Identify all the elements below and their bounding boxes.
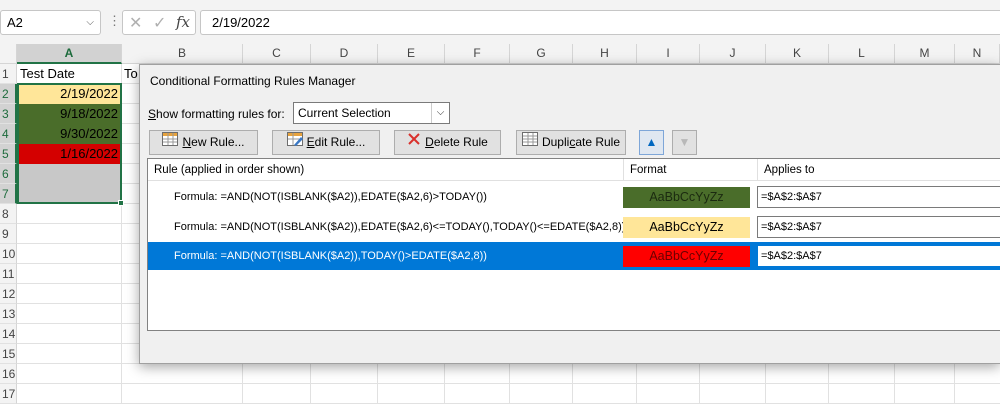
duplicate-icon (521, 131, 538, 154)
column-header-h[interactable]: H (573, 44, 637, 64)
column-header-i[interactable]: I (637, 44, 700, 64)
column-header-f[interactable]: F (445, 44, 510, 64)
move-up-button[interactable]: ▲ (639, 130, 664, 155)
applies-column-header[interactable]: Applies to (758, 159, 1000, 181)
row-header-7[interactable]: 7 (0, 184, 17, 204)
dialog-title: Conditional Formatting Rules Manager (150, 74, 356, 88)
row-header-4[interactable]: 4 (0, 124, 17, 144)
cell-a1[interactable]: Test Date (18, 64, 121, 84)
formula-input[interactable]: 2/19/2022 (200, 10, 1000, 35)
row-header-12[interactable]: 12 (0, 284, 17, 304)
name-box[interactable]: A2 ⌵ (0, 10, 101, 35)
row-header-13[interactable]: 13 (0, 304, 17, 324)
edit-rule-button[interactable]: Edit Rule... (272, 130, 380, 155)
edit-table-icon (286, 131, 303, 154)
column-header-g[interactable]: G (510, 44, 573, 64)
insert-function-icon[interactable]: fx (176, 13, 190, 31)
row-header-11[interactable]: 11 (0, 264, 17, 284)
format-preview: AaBbCcYyZz (623, 246, 750, 267)
more-options-icon[interactable]: ⋮ (108, 13, 121, 29)
selection-range (17, 83, 122, 204)
format-column-header[interactable]: Format (624, 159, 758, 181)
rule-row[interactable]: Formula: =AND(NOT(ISBLANK($A2)),EDATE($A… (148, 213, 1000, 241)
applies-to-input[interactable]: =$A$2:$A$7 (757, 216, 1000, 238)
row-header-1[interactable]: 1 (0, 64, 17, 84)
column-header-m[interactable]: M (895, 44, 955, 64)
fill-handle[interactable] (118, 200, 124, 206)
rule-formula: Formula: =AND(NOT(ISBLANK($A2)),EDATE($A… (174, 221, 626, 233)
chevron-down-icon[interactable]: ⌵ (86, 11, 94, 34)
delete-icon (407, 131, 421, 154)
row-header-17[interactable]: 17 (0, 384, 17, 404)
column-header-j[interactable]: J (700, 44, 766, 64)
table-icon (162, 131, 179, 154)
row-header-10[interactable]: 10 (0, 244, 17, 264)
formula-buttons: ✕ ✓ fx (122, 10, 196, 35)
chevron-down-icon: ▼ (678, 135, 691, 149)
column-header-l[interactable]: L (829, 44, 895, 64)
rules-list: Rule (applied in order shown) Format App… (147, 158, 1000, 331)
rule-formula: Formula: =AND(NOT(ISBLANK($A2)),EDATE($A… (174, 191, 487, 203)
column-header-a[interactable]: A (17, 44, 122, 64)
column-header-k[interactable]: K (766, 44, 829, 64)
delete-rule-button[interactable]: Delete Rule (394, 130, 501, 155)
enter-icon[interactable]: ✓ (153, 13, 166, 33)
column-header-c[interactable]: C (243, 44, 311, 64)
chevron-down-icon[interactable]: ⌵ (431, 103, 449, 123)
column-header-b[interactable]: B (122, 44, 243, 64)
row-header-5[interactable]: 5 (0, 144, 17, 164)
applies-to-input[interactable]: =$A$2:$A$7 (757, 186, 1000, 208)
show-rules-select[interactable]: Current Selection ⌵ (293, 102, 450, 124)
row-header-2[interactable]: 2 (0, 84, 17, 104)
conditional-formatting-dialog: Conditional Formatting Rules Manager Sho… (139, 64, 1000, 364)
applies-to-input[interactable]: =$A$2:$A$7 (757, 245, 1000, 267)
row-header-9[interactable]: 9 (0, 224, 17, 244)
row-header-3[interactable]: 3 (0, 104, 17, 124)
format-preview: AaBbCcYyZz (623, 217, 750, 238)
chevron-up-icon: ▲ (645, 135, 658, 149)
move-down-button[interactable]: ▼ (672, 130, 697, 155)
show-rules-label: Show formatting rules for: (148, 107, 285, 121)
rule-row-selected[interactable]: Formula: =AND(NOT(ISBLANK($A2)),TODAY()>… (148, 242, 1000, 270)
duplicate-rule-button[interactable]: Duplicate Rule (516, 130, 626, 155)
format-preview: AaBbCcYyZz (623, 187, 750, 208)
new-rule-button[interactable]: New Rule... (149, 130, 258, 155)
column-header-e[interactable]: E (378, 44, 445, 64)
row-header-16[interactable]: 16 (0, 364, 17, 384)
rule-formula: Formula: =AND(NOT(ISBLANK($A2)),TODAY()>… (174, 250, 487, 262)
show-rules-value: Current Selection (298, 106, 391, 120)
name-box-value: A2 (7, 15, 23, 30)
column-header-n[interactable]: N (955, 44, 1000, 64)
cancel-icon[interactable]: ✕ (129, 13, 142, 33)
row-header-8[interactable]: 8 (0, 204, 17, 224)
rule-row[interactable]: Formula: =AND(NOT(ISBLANK($A2)),EDATE($A… (148, 183, 1000, 211)
row-header-14[interactable]: 14 (0, 324, 17, 344)
row-header-15[interactable]: 15 (0, 344, 17, 364)
select-all-corner[interactable] (0, 44, 17, 64)
row-header-6[interactable]: 6 (0, 164, 17, 184)
formula-bar: A2 ⌵ ⋮ ✕ ✓ fx 2/19/2022 (0, 0, 1000, 44)
rule-column-header[interactable]: Rule (applied in order shown) (148, 159, 624, 181)
column-header-d[interactable]: D (311, 44, 378, 64)
